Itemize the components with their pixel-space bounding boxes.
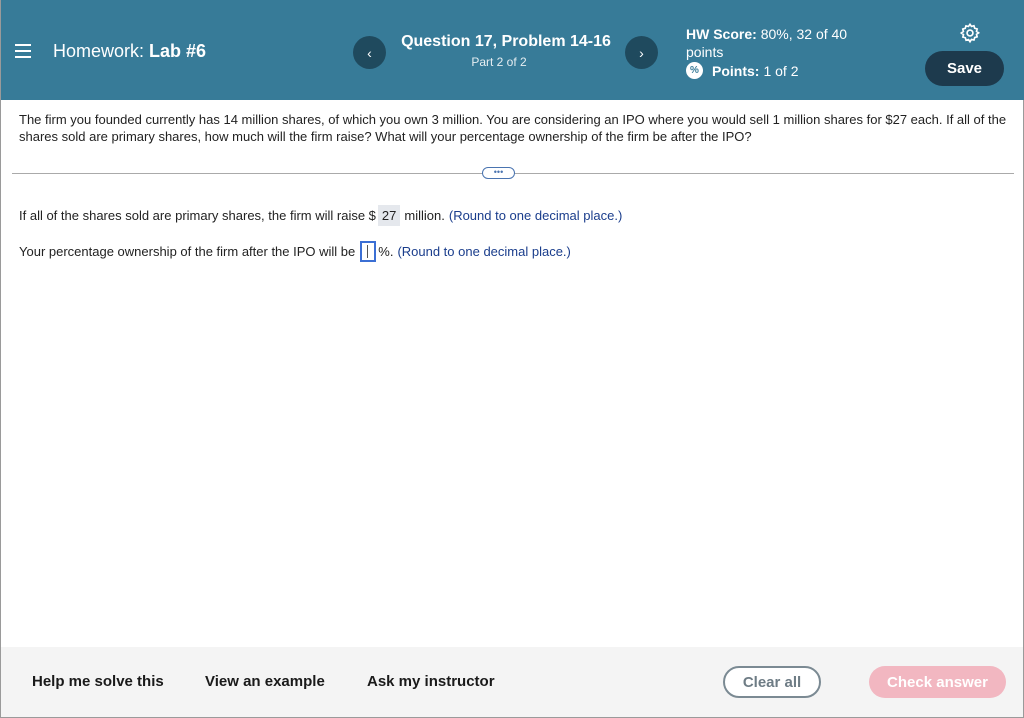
answer-line-raise: If all of the shares sold are primary sh… xyxy=(19,205,622,226)
points-label: Points: xyxy=(712,62,760,79)
answer1-suffix: million. xyxy=(404,208,445,223)
answer1-value[interactable]: 27 xyxy=(377,205,401,226)
top-bar: Homework: Lab #6 ‹ Question 17, Problem … xyxy=(1,0,1024,100)
hw-score-unit: points xyxy=(686,44,724,60)
chevron-left-icon: ‹ xyxy=(367,44,372,61)
gear-icon[interactable] xyxy=(959,22,981,44)
answer2-suffix: %. xyxy=(378,244,394,259)
expand-question-button[interactable]: ••• xyxy=(482,167,515,179)
save-button[interactable]: Save xyxy=(925,51,1004,86)
clear-all-button[interactable]: Clear all xyxy=(723,666,821,698)
help-me-solve-button[interactable]: Help me solve this xyxy=(32,673,164,690)
partial-credit-icon: % xyxy=(686,62,703,79)
check-answer-button[interactable]: Check answer xyxy=(869,666,1006,698)
answer1-prefix: If all of the shares sold are primary sh… xyxy=(19,208,376,223)
hw-score-value: 80%, 32 of 40 xyxy=(760,26,848,42)
points-value: 1 of 2 xyxy=(763,62,799,79)
footer-bar: Help me solve this View an example Ask m… xyxy=(1,647,1023,717)
question-part: Part 2 of 2 xyxy=(471,55,527,69)
previous-question-button[interactable]: ‹ xyxy=(353,36,386,69)
answer-line-ownership: Your percentage ownership of the firm af… xyxy=(19,241,571,262)
menu-icon[interactable] xyxy=(15,44,31,58)
hw-score-label: HW Score: xyxy=(686,26,757,42)
ownership-percent-input[interactable] xyxy=(360,241,377,262)
view-example-button[interactable]: View an example xyxy=(205,673,325,690)
question-title: Question 17, Problem 14-16 xyxy=(401,33,611,50)
answer1-hint: (Round to one decimal place.) xyxy=(448,208,623,223)
homework-name: Lab #6 xyxy=(149,41,207,61)
question-text: The firm you founded currently has 14 mi… xyxy=(19,112,1007,144)
next-question-button[interactable]: › xyxy=(625,36,658,69)
points-status: % Points: 1 of 2 xyxy=(686,62,798,79)
hw-score: HW Score: 80%, 32 of 40 points xyxy=(686,25,876,61)
answer2-hint: (Round to one decimal place.) xyxy=(397,244,571,259)
answer2-prefix: Your percentage ownership of the firm af… xyxy=(19,244,356,259)
homework-title: Homework: Lab #6 xyxy=(53,41,206,62)
homework-prefix: Homework: xyxy=(53,41,145,61)
chevron-right-icon: › xyxy=(639,44,644,61)
ask-instructor-button[interactable]: Ask my instructor xyxy=(367,673,495,690)
app-frame: Homework: Lab #6 ‹ Question 17, Problem … xyxy=(0,0,1024,718)
